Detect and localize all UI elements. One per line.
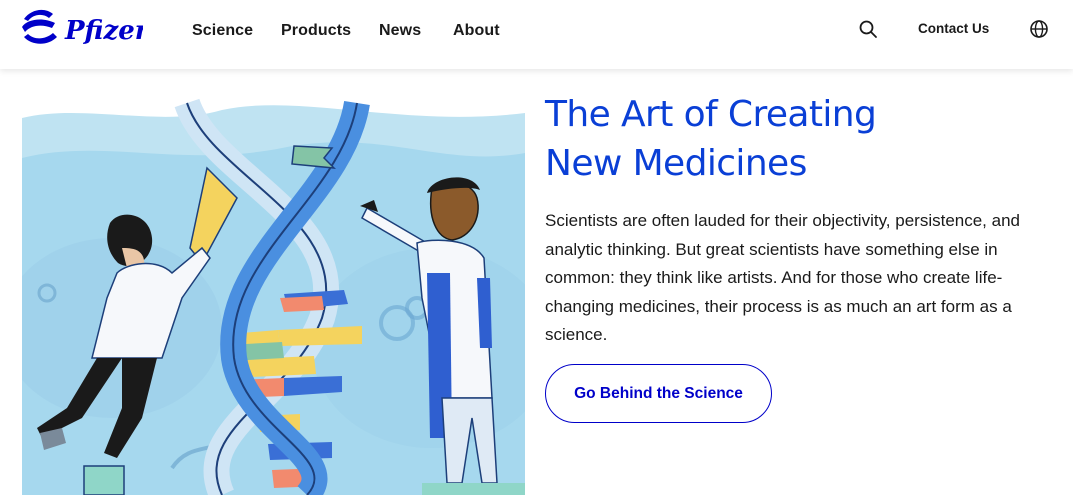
hero-title: The Art of Creating New Medicines — [545, 90, 1025, 188]
nav-products[interactable]: Products — [281, 22, 351, 40]
pfizer-logo[interactable]: Pfizer — [21, 5, 143, 51]
nav-about[interactable]: About — [453, 22, 500, 40]
site-header: Pfizer Science Products News About Conta… — [0, 0, 1073, 69]
hero-title-line-1: The Art of Creating — [545, 94, 877, 135]
go-behind-the-science-button[interactable]: Go Behind the Science — [545, 364, 772, 423]
svg-text:Pfizer: Pfizer — [64, 16, 143, 46]
hero-title-line-2: New Medicines — [545, 143, 807, 184]
nav-news[interactable]: News — [379, 22, 421, 40]
search-icon[interactable] — [858, 19, 878, 39]
globe-icon[interactable] — [1029, 19, 1049, 39]
hero-description: Scientists are often lauded for their ob… — [545, 211, 1020, 345]
hero-illustration — [22, 98, 525, 495]
nav-science[interactable]: Science — [192, 22, 253, 40]
contact-us-link[interactable]: Contact Us — [918, 21, 989, 36]
